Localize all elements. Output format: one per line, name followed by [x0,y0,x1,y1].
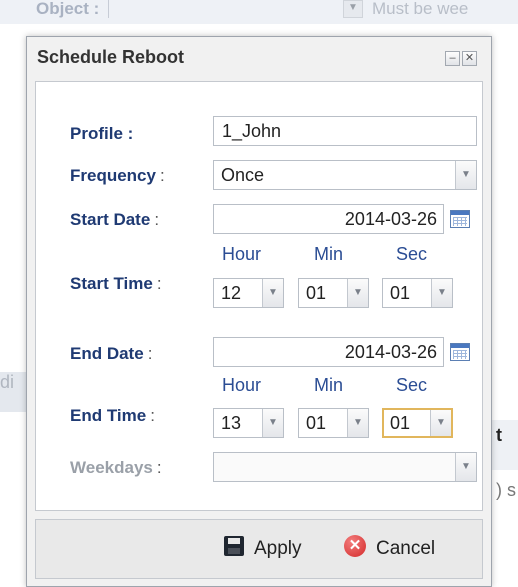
end-date-label-text: End Date [70,344,144,363]
background-divider [108,0,109,18]
weekdays-label-text: Weekdays [70,458,153,477]
end-time-sec-header: Sec [396,375,428,395]
weekdays-select[interactable]: ▼ [213,452,477,482]
chevron-down-icon[interactable]: ▼ [262,409,283,437]
frequency-label: Frequency: [70,166,165,186]
start-time-hour-header: Hour [222,244,262,264]
end-sec-value: 01 [390,413,411,433]
profile-input[interactable]: 1_John [213,116,477,146]
cancel-icon: ✕ [344,535,366,557]
frequency-select[interactable]: Once ▼ [213,160,477,190]
end-time-hour-header: Hour [222,375,262,395]
close-button[interactable]: ✕ [462,51,477,66]
start-time-min-header: Min [314,244,344,264]
chevron-down-icon[interactable]: ▼ [347,279,368,307]
background-right-fragment-s: ) s [496,480,516,500]
start-hour-value: 12 [221,283,242,303]
background-select-arrow: ▼ [343,0,363,18]
dialog-header[interactable]: Schedule Reboot – ✕ [27,37,491,81]
end-hour-value: 13 [221,413,242,433]
chevron-down-icon[interactable]: ▼ [430,410,451,436]
chevron-down-icon[interactable]: ▼ [455,161,476,189]
end-min-select[interactable]: 01 ▼ [298,408,369,438]
start-sec-select[interactable]: 01 ▼ [382,278,453,308]
calendar-icon[interactable] [450,210,470,228]
background-hint-text: Must be wee [372,0,469,18]
cancel-button-label: Cancel [376,538,436,559]
start-time-sec-header: Sec [396,244,428,264]
chevron-down-icon[interactable]: ▼ [347,409,368,437]
apply-button-label: Apply [254,538,302,559]
end-time-label-text: End Time [70,406,147,425]
background-object-label: Object : [36,0,100,18]
save-icon [224,536,244,556]
dialog-footer: Apply ✕ Cancel [35,519,483,579]
chevron-down-icon[interactable]: ▼ [262,279,283,307]
end-hour-select[interactable]: 13 ▼ [213,408,284,438]
schedule-reboot-dialog: Schedule Reboot – ✕ Profile : 1_John Fre… [26,36,492,587]
calendar-icon[interactable] [450,343,470,361]
end-time-colon: : [150,406,155,425]
end-min-value: 01 [306,413,327,433]
background-right-fragment-t: t [496,425,502,445]
cancel-button[interactable]: ✕ Cancel [344,534,474,562]
chevron-down-icon[interactable]: ▼ [431,279,452,307]
weekdays-colon: : [156,458,162,477]
start-min-value: 01 [306,283,327,303]
start-time-label: Start Time: [70,274,162,294]
start-date-input[interactable]: 2014-03-26 [213,204,444,234]
start-time-label-text: Start Time [70,274,153,293]
chevron-down-icon[interactable]: ▼ [455,453,476,481]
start-date-label: Start Date: [70,210,159,230]
form-panel: Profile : 1_John Frequency: Once ▼ Start… [35,81,483,511]
start-min-select[interactable]: 01 ▼ [298,278,369,308]
weekdays-label: Weekdays: [70,458,162,478]
end-sec-select[interactable]: 01 ▼ [382,408,453,438]
end-time-min-header: Min [314,375,344,395]
end-date-label: End Date: [70,344,152,364]
end-date-colon: : [147,344,153,363]
frequency-colon: : [159,166,165,185]
apply-button[interactable]: Apply [224,534,326,562]
end-date-input[interactable]: 2014-03-26 [213,337,444,367]
end-time-label: End Time: [70,406,155,426]
dialog-title: Schedule Reboot [37,47,185,67]
start-date-colon: : [154,210,160,229]
frequency-label-text: Frequency [70,166,156,185]
start-sec-value: 01 [390,283,411,303]
start-hour-select[interactable]: 12 ▼ [213,278,284,308]
start-time-colon: : [156,274,162,293]
start-date-label-text: Start Date [70,210,151,229]
minimize-button[interactable]: – [445,51,460,66]
frequency-value: Once [221,165,265,185]
profile-label: Profile : [70,124,134,143]
